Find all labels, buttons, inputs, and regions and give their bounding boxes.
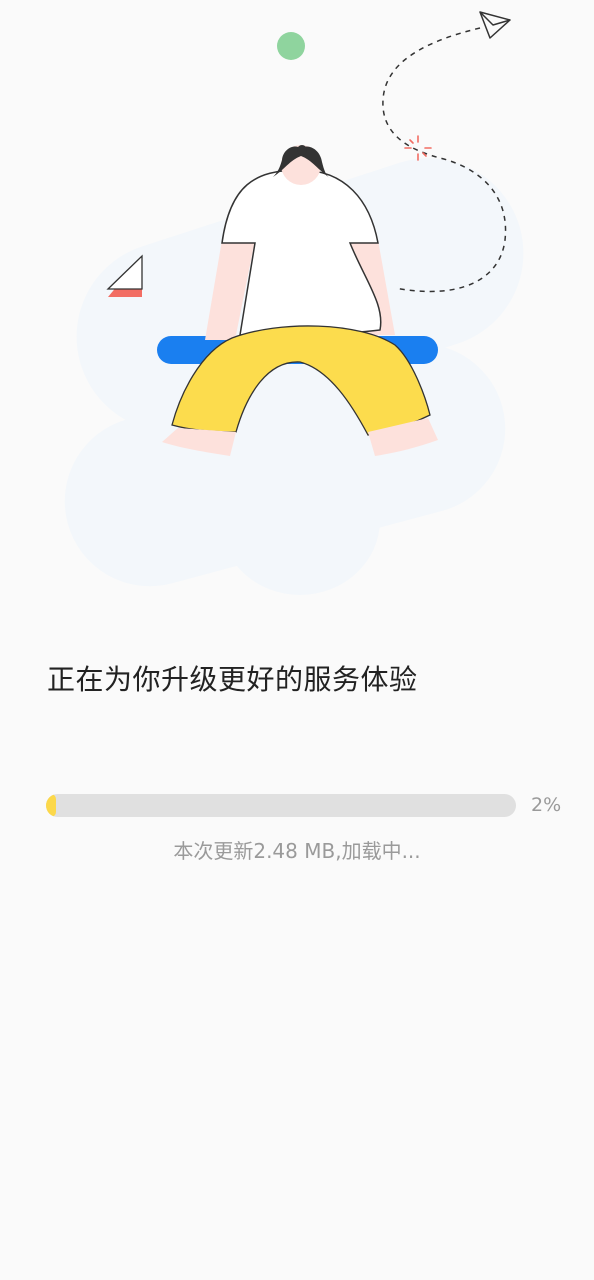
upgrade-progress-fill [46,794,56,817]
upgrade-screen: 正在为你升级更好的服务体验 2% 本次更新2.48 MB,加载中... [0,0,594,1280]
paper-plane-icon [479,11,511,39]
upgrade-progress-bar [46,794,516,817]
hair-bun [297,145,307,155]
download-status-text: 本次更新2.48 MB,加载中... [173,839,421,863]
upgrade-headline: 正在为你升级更好的服务体验 [47,663,418,696]
upgrade-illustration [64,11,524,595]
sparkle-icon [404,135,432,161]
progress-percent-label: 2% [531,794,562,816]
green-dot-decoration [277,32,305,60]
